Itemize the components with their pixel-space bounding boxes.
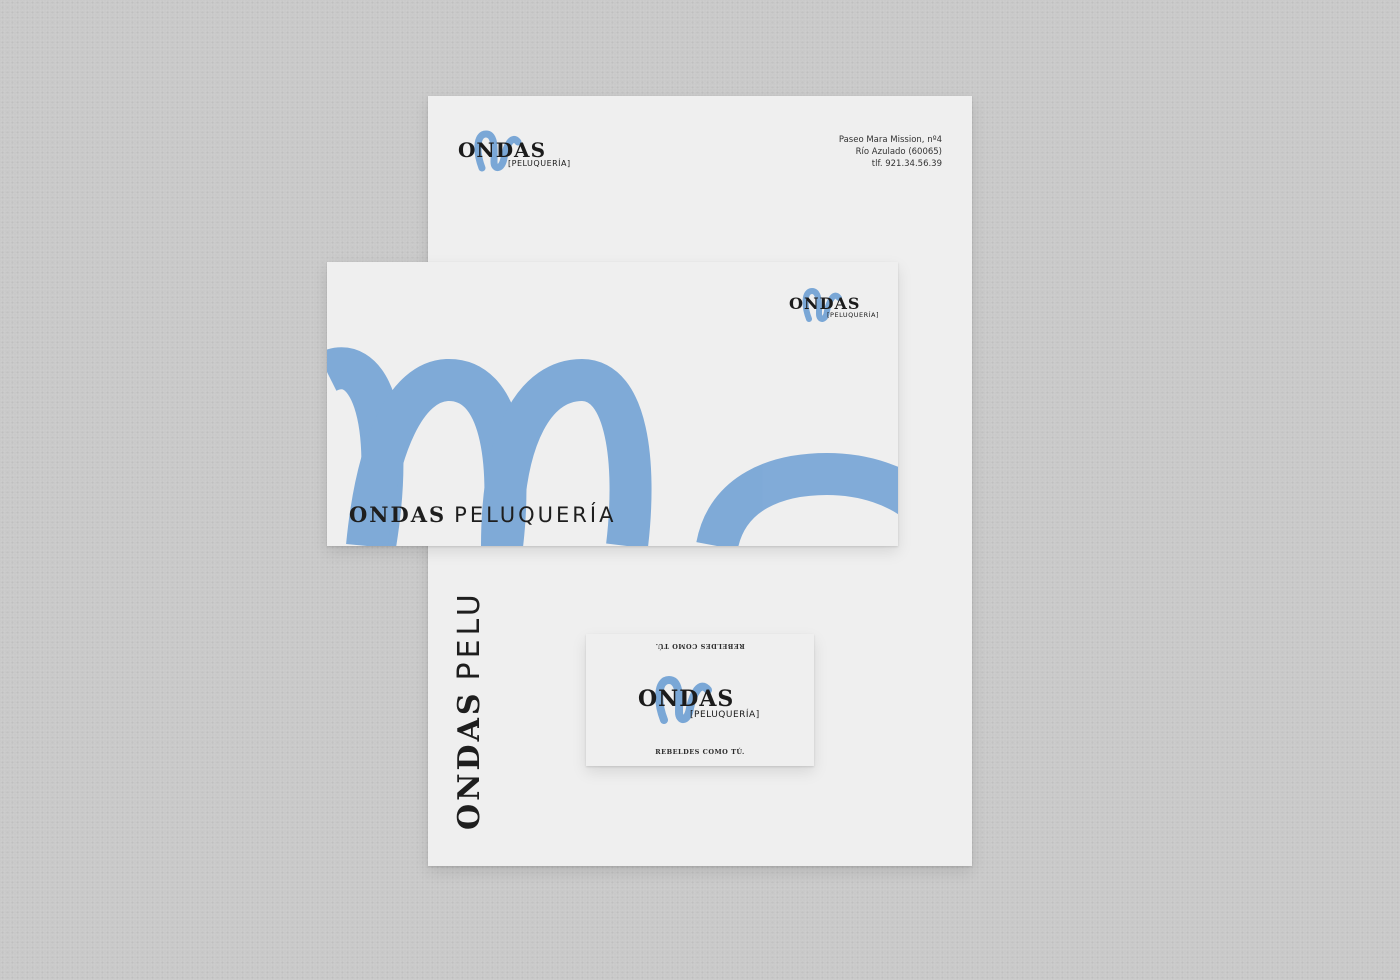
address-line: Paseo Mara Mission, nº4 [838,135,942,145]
logo-subtitle: [PELUQUERÍA] [690,710,760,720]
card-tagline: REBELDES COMO TÚ. [655,748,745,756]
card-logo: ONDAS [PELUQUERÍA] [638,674,778,724]
address-block: Paseo Mara Mission, nº4 Río Azulado (600… [839,134,942,170]
phone-line: tlf. 921.34.56.39 [871,159,942,169]
logo-wordmark: ONDAS [638,686,735,712]
postcard-sheet: ONDAS [PELUQUERÍA] ONDAS PELUQUERÍA [327,262,898,546]
vertical-brand-name: ONDAS [452,690,487,830]
letterhead-logo: ONDAS [PELUQUERÍA] [458,128,578,172]
logo-subtitle: [PELUQUERÍA] [508,159,571,168]
business-card: REBELDES COMO TÚ. ONDAS [PELUQUERÍA] REB… [586,634,814,766]
logo-subtitle: [PELUQUERÍA] [827,311,880,319]
address-line: Río Azulado (60065) [855,147,942,157]
postcard-logo: ONDAS [PELUQUERÍA] [789,286,889,322]
postcard-brand-name: ONDAS [349,502,447,527]
postcard-brand-sub: PELUQUERÍA [454,503,617,527]
postcard-title: ONDAS PELUQUERÍA [349,502,616,527]
vertical-brand-text: ONDAS PELU [452,590,487,830]
card-tagline-inverted: REBELDES COMO TÚ. [655,642,745,650]
vertical-brand-sub: PELU [452,590,487,681]
